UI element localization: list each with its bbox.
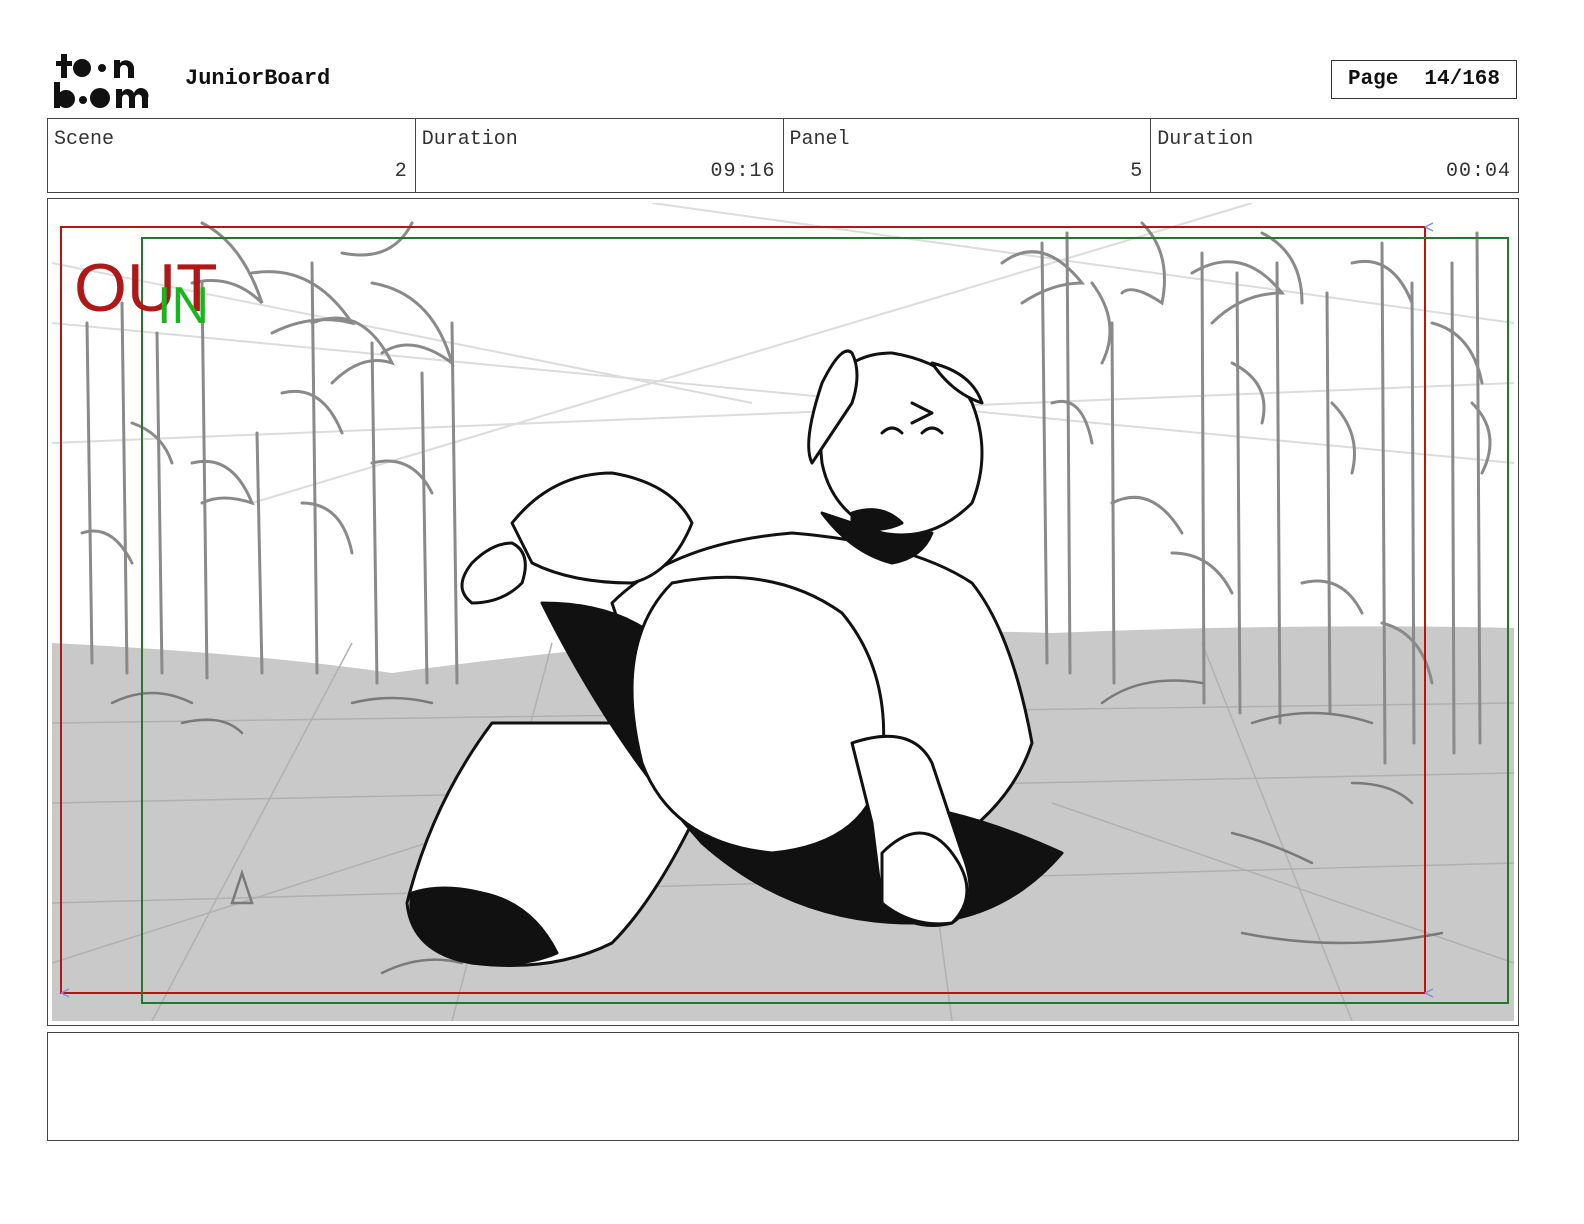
- scene-value: 2: [394, 160, 408, 183]
- panel-duration-value: 00:04: [1445, 160, 1511, 183]
- toon-boom-logo: [54, 54, 149, 108]
- panel-value: 5: [1130, 160, 1144, 183]
- scene-duration-value: 09:16: [710, 160, 776, 183]
- panel-duration-label: Duration: [1157, 128, 1254, 151]
- panel-sketch: OUT IN: [52, 203, 1514, 1021]
- scene-duration-cell: Duration 09:16: [416, 119, 784, 192]
- panel-info-row: Scene 2 Duration 09:16 Panel 5 Duration …: [47, 118, 1519, 193]
- page-label: Page: [1347, 68, 1399, 91]
- app-title: JuniorBoard: [185, 66, 331, 91]
- storyboard-panel: OUT IN: [47, 198, 1519, 1026]
- in-label: IN: [157, 277, 209, 335]
- panel-label: Panel: [789, 128, 850, 151]
- scene-duration-label: Duration: [421, 128, 518, 151]
- panel-duration-cell: Duration 00:04: [1151, 119, 1518, 192]
- panel-cell: Panel 5: [784, 119, 1152, 192]
- scene-cell: Scene 2: [48, 119, 416, 192]
- page-indicator: Page 14/168: [1331, 60, 1517, 99]
- scene-label: Scene: [54, 128, 115, 151]
- page-number: 14/168: [1424, 68, 1501, 91]
- panel-notes-box: [47, 1032, 1519, 1141]
